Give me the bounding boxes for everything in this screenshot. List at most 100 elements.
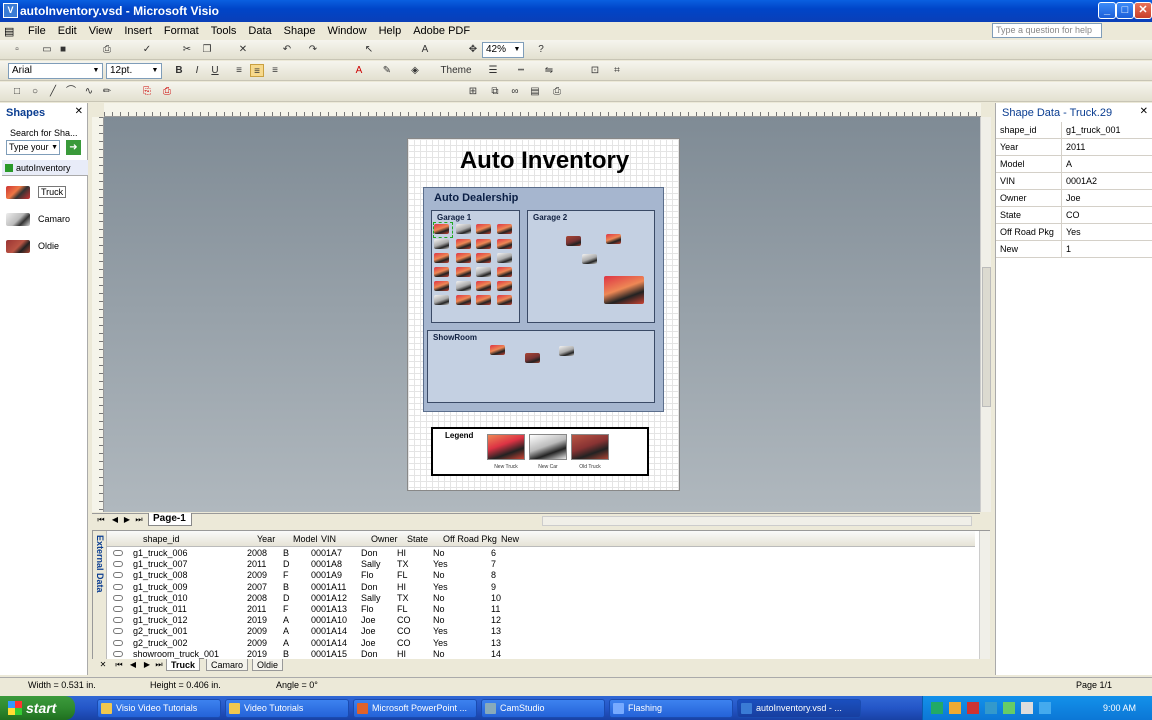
- column-header[interactable]: VIN: [321, 531, 336, 547]
- line-ends-icon[interactable]: ⇋: [542, 64, 556, 77]
- align-center-icon[interactable]: ≡: [250, 64, 264, 77]
- shape-data-value[interactable]: A: [1061, 156, 1152, 172]
- tray-icon[interactable]: [967, 702, 979, 714]
- close-button[interactable]: ✕: [1134, 2, 1152, 19]
- copy-icon[interactable]: ❐: [200, 43, 214, 56]
- align-left-icon[interactable]: ≡: [232, 64, 246, 77]
- layer-icon[interactable]: ⊞: [466, 85, 480, 98]
- shape-data-value[interactable]: CO: [1061, 207, 1152, 223]
- table-row[interactable]: g1_truck_011 2011 F 0001A13 Flo FL No 11: [107, 604, 967, 615]
- freeform-tool-icon[interactable]: ∿: [82, 85, 96, 98]
- truck-shape[interactable]: [476, 267, 491, 277]
- delete-icon[interactable]: ✕: [236, 43, 250, 56]
- text-tool-icon[interactable]: A: [418, 43, 432, 56]
- group-icon[interactable]: ⧉: [488, 85, 502, 98]
- pdf-mail-icon[interactable]: ⎙: [160, 85, 174, 98]
- line-tool-icon[interactable]: ╱: [46, 85, 60, 98]
- truck-shape[interactable]: [456, 267, 471, 277]
- task-video-tutorials[interactable]: Video Tutorials: [225, 699, 349, 718]
- showroom-zone[interactable]: ShowRoom: [427, 330, 655, 403]
- legend-box[interactable]: Legend New Truck New Car Old Truck: [431, 427, 649, 476]
- menu-file[interactable]: File: [22, 25, 52, 37]
- menu-view[interactable]: View: [83, 25, 119, 37]
- tab-truck[interactable]: Truck: [166, 659, 201, 671]
- truck-shape[interactable]: [497, 281, 512, 291]
- line-pattern-icon[interactable]: ┅: [514, 64, 528, 77]
- menu-tools[interactable]: Tools: [205, 25, 243, 37]
- external-data-scrollbar[interactable]: [979, 531, 990, 659]
- truck-shape[interactable]: [434, 281, 449, 291]
- pan-zoom-icon[interactable]: ✥: [466, 43, 480, 56]
- table-row[interactable]: g1_truck_008 2009 F 0001A9 Flo FL No 8: [107, 570, 967, 581]
- shape-data-value[interactable]: g1_truck_001: [1061, 122, 1152, 138]
- table-row[interactable]: g1_truck_012 2019 A 0001A10 Joe CO No 12: [107, 615, 967, 626]
- table-row[interactable]: g2_truck_001 2009 A 0001A14 Joe CO Yes 13: [107, 626, 967, 637]
- truck-shape[interactable]: [497, 224, 512, 234]
- truck-shape[interactable]: [476, 253, 491, 263]
- spelling-icon[interactable]: ✓: [140, 43, 154, 56]
- font-color-icon[interactable]: A: [352, 64, 366, 77]
- task-camstudio[interactable]: CamStudio: [481, 699, 605, 718]
- task-autoinventory[interactable]: autoInventory.vsd - ...: [737, 699, 861, 718]
- drawing-page[interactable]: Auto Inventory Auto Dealership Garage 1 …: [407, 138, 680, 491]
- report-icon[interactable]: ▤: [528, 85, 542, 98]
- column-header[interactable]: New: [501, 531, 519, 547]
- print-icon[interactable]: ⎙: [100, 43, 114, 56]
- task-powerpoint[interactable]: Microsoft PowerPoint ...: [353, 699, 477, 718]
- arc-tool-icon[interactable]: ⌒: [64, 85, 78, 98]
- horizontal-scrollbar[interactable]: [542, 516, 972, 526]
- truck-shape[interactable]: [434, 295, 449, 305]
- truck-shape[interactable]: [476, 239, 491, 249]
- truck-shape[interactable]: [604, 276, 644, 304]
- close-icon[interactable]: ✕: [75, 106, 83, 117]
- shape-data-value[interactable]: 0001A2: [1061, 173, 1152, 189]
- vertical-ruler[interactable]: [92, 117, 104, 512]
- tray-icon[interactable]: [1003, 702, 1015, 714]
- tab-oldie[interactable]: Oldie: [252, 659, 284, 671]
- help-icon[interactable]: ?: [534, 43, 548, 56]
- crop-tool-icon[interactable]: ⌗: [610, 64, 624, 77]
- menu-shape[interactable]: Shape: [278, 25, 322, 37]
- stencil-item-camaro[interactable]: Camaro: [6, 210, 84, 228]
- table-row[interactable]: g2_truck_002 2009 A 0001A14 Joe CO Yes 13: [107, 638, 967, 649]
- menu-data[interactable]: Data: [242, 25, 277, 37]
- truck-shape[interactable]: [434, 267, 449, 277]
- table-row[interactable]: g1_truck_010 2008 D 0001A12 Sally TX No 10: [107, 593, 967, 604]
- first-tab-icon[interactable]: ⏮: [114, 660, 124, 670]
- truck-shape[interactable]: [434, 253, 449, 263]
- next-page-icon[interactable]: ▶: [122, 515, 132, 525]
- truck-shape[interactable]: [497, 267, 512, 277]
- start-button[interactable]: start: [0, 696, 75, 720]
- align-right-icon[interactable]: ≡: [268, 64, 282, 77]
- truck-shape[interactable]: [456, 224, 471, 234]
- shape-data-value[interactable]: Yes: [1061, 224, 1152, 240]
- pencil-tool-icon[interactable]: ✏: [100, 85, 114, 98]
- truck-shape[interactable]: [434, 239, 449, 249]
- truck-shape[interactable]: [497, 239, 512, 249]
- truck-shape[interactable]: [456, 239, 471, 249]
- pointer-tool-icon[interactable]: ↖: [362, 43, 376, 56]
- zoom-select[interactable]: 42% ▼: [482, 42, 524, 58]
- network-icon[interactable]: [1039, 702, 1051, 714]
- shape-data-value[interactable]: Joe: [1061, 190, 1152, 206]
- save-icon[interactable]: ■: [56, 43, 70, 56]
- garage2-zone[interactable]: Garage 2: [527, 210, 655, 323]
- task-visio-video-tutorials[interactable]: Visio Video Tutorials: [97, 699, 221, 718]
- horizontal-ruler[interactable]: [104, 103, 981, 117]
- table-row[interactable]: g1_truck_007 2011 D 0001A8 Sally TX Yes 7: [107, 559, 967, 570]
- truck-shape[interactable]: [606, 234, 621, 244]
- minimize-button[interactable]: _: [1098, 2, 1116, 19]
- link-icon[interactable]: ∞: [508, 85, 522, 98]
- shape-search-input[interactable]: Type your ▼: [6, 140, 60, 155]
- prev-tab-icon[interactable]: ◀: [128, 660, 138, 670]
- line-color-icon[interactable]: ✎: [380, 64, 394, 77]
- fill-color-icon[interactable]: ◈: [408, 64, 422, 77]
- last-page-icon[interactable]: ⏭: [134, 515, 144, 525]
- dealership-container[interactable]: Auto Dealership Garage 1 Garage 2 ShowRo…: [423, 187, 664, 412]
- table-row[interactable]: g1_truck_009 2007 B 0001A11 Don HI Yes 9: [107, 582, 967, 593]
- ellipse-tool-icon[interactable]: ○: [28, 85, 42, 98]
- truck-shape[interactable]: [582, 254, 597, 264]
- shape-data-row[interactable]: Off Road Pkg Yes: [996, 224, 1152, 241]
- font-size-select[interactable]: 12pt. ▼: [106, 63, 162, 79]
- undo-icon[interactable]: ↶: [280, 43, 294, 56]
